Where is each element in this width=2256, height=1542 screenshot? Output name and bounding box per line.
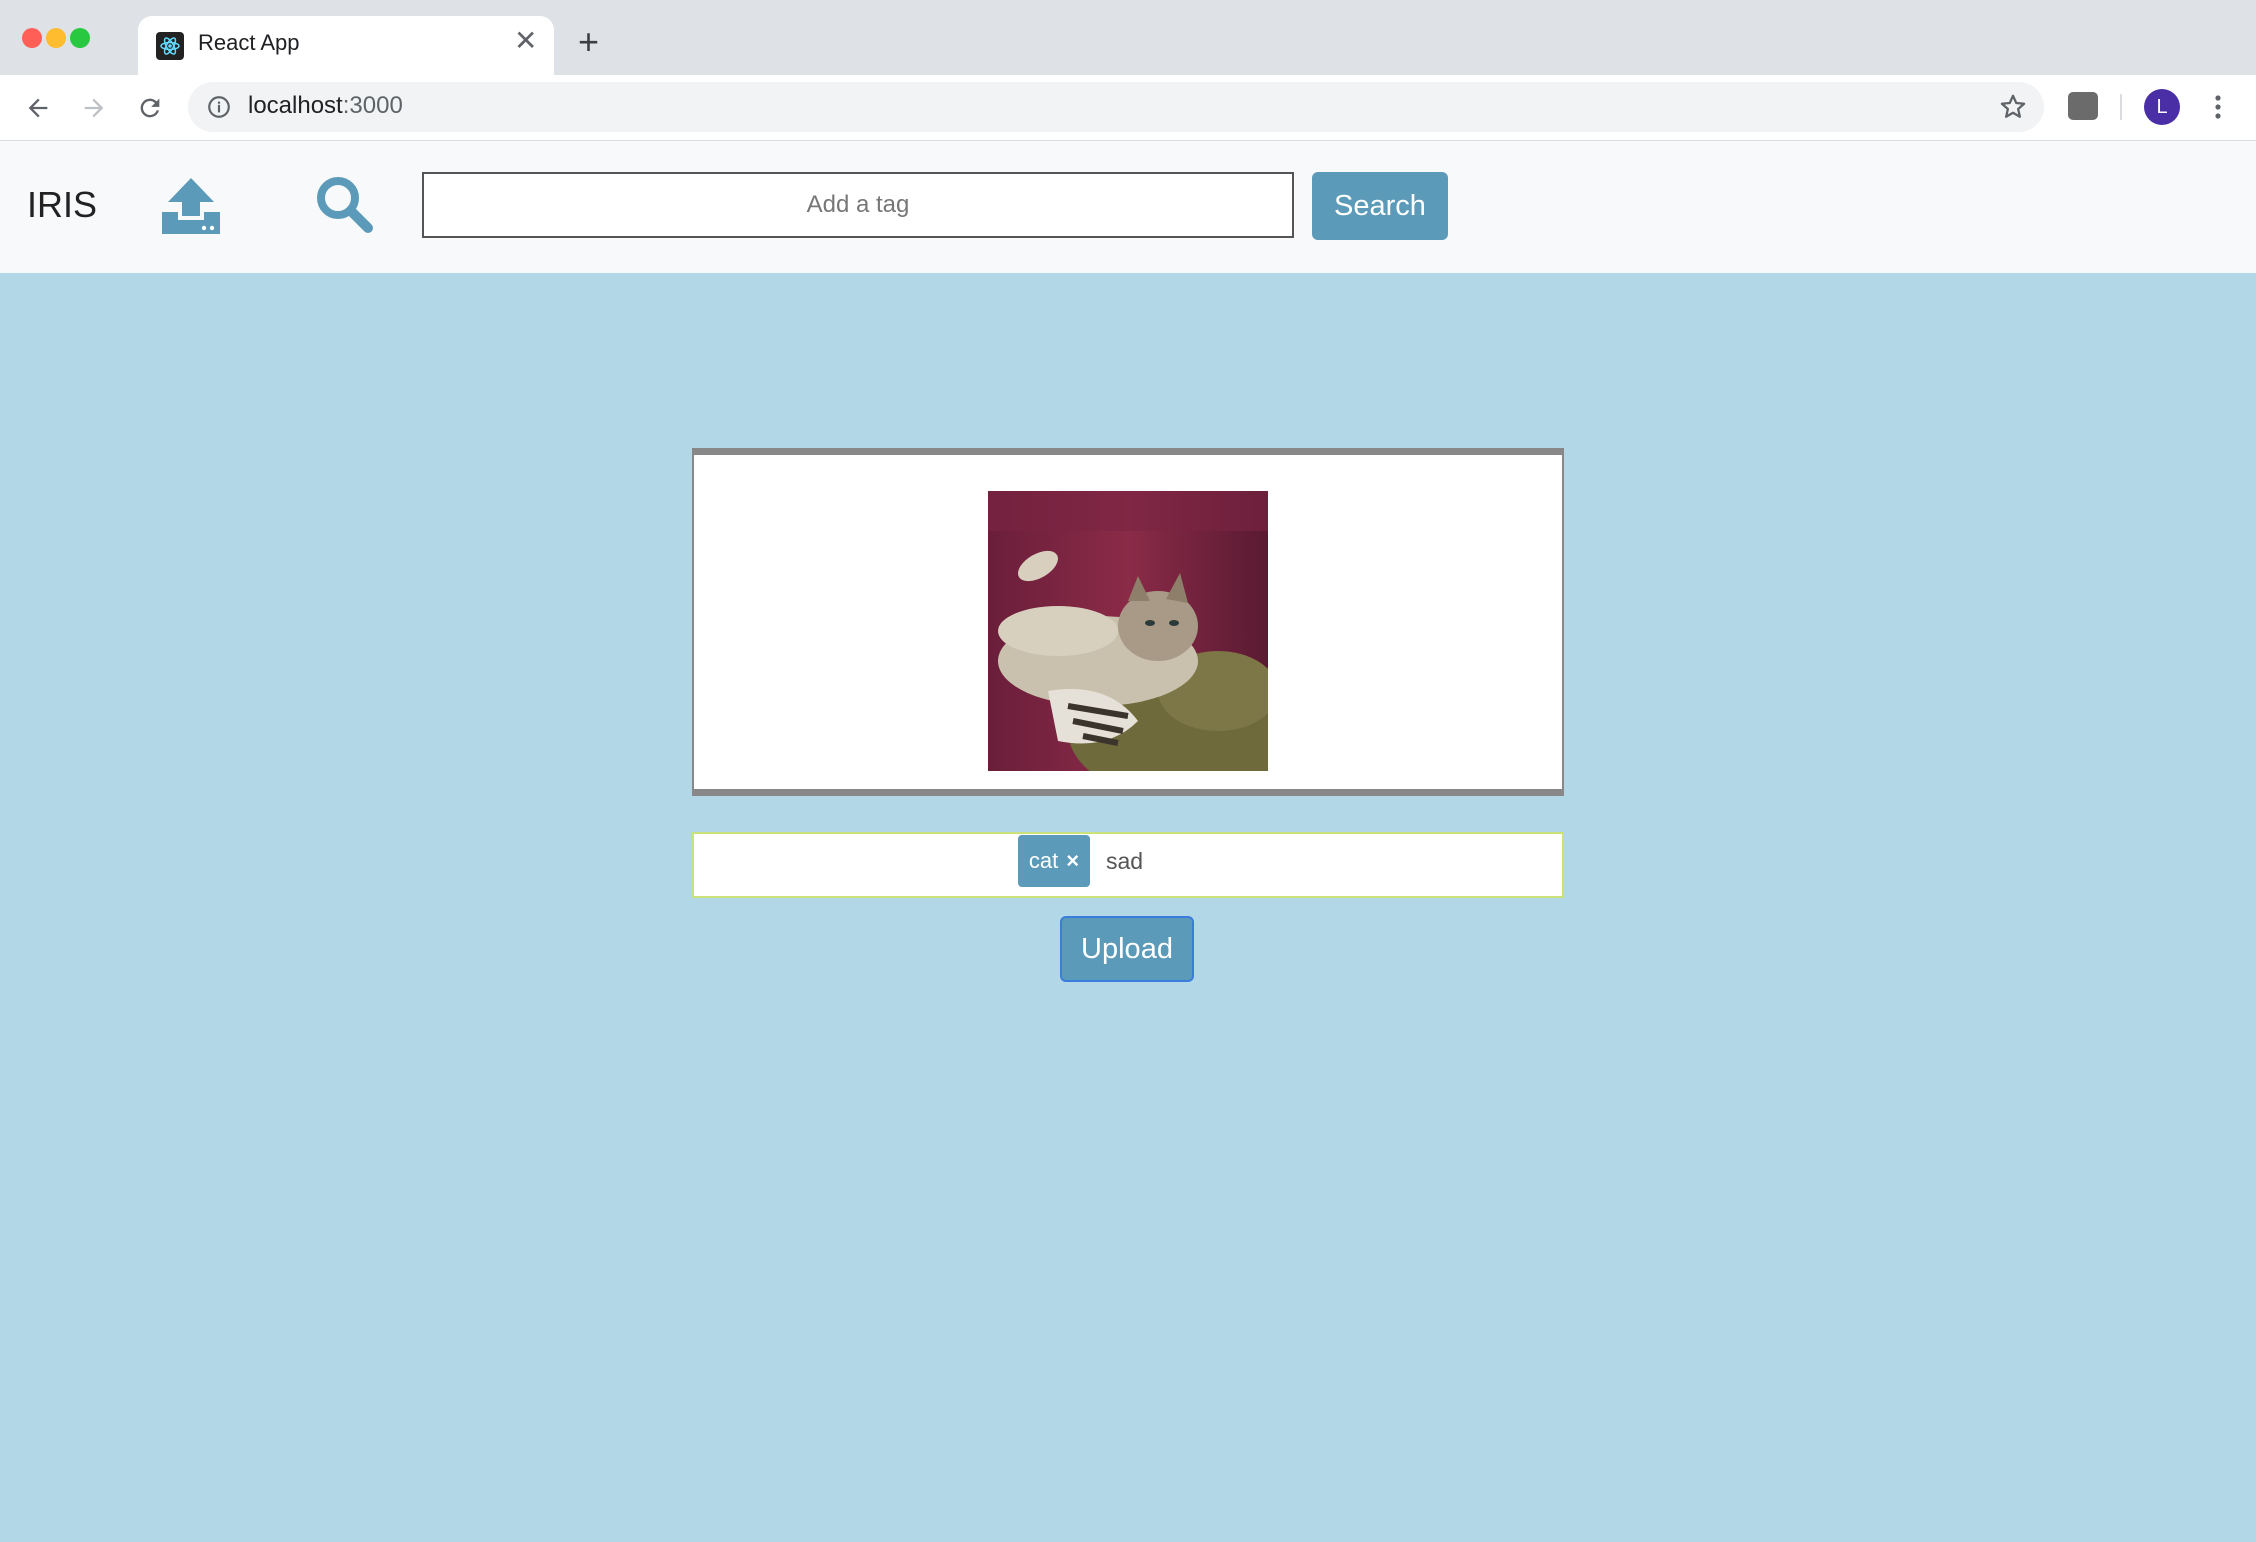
react-favicon-icon: [156, 32, 184, 60]
info-icon[interactable]: [206, 94, 232, 120]
new-tab-icon[interactable]: +: [578, 24, 599, 60]
close-window-button[interactable]: [22, 28, 42, 48]
url-port: :3000: [342, 92, 403, 119]
search-button[interactable]: Search: [1312, 172, 1448, 240]
tag-chip: cat ×: [1018, 835, 1090, 887]
tab-title: React App: [198, 30, 300, 55]
star-icon[interactable]: [1998, 92, 2028, 122]
maximize-window-button[interactable]: [70, 28, 90, 48]
minimize-window-button[interactable]: [46, 28, 66, 48]
upload-button[interactable]: Upload: [1060, 916, 1194, 982]
menu-icon[interactable]: [2210, 92, 2226, 122]
cat-preview-image: [988, 491, 1308, 801]
search-icon[interactable]: [314, 174, 374, 234]
forward-icon[interactable]: [74, 88, 114, 128]
toolbar-divider: [2120, 94, 2122, 120]
reload-icon[interactable]: [130, 88, 170, 128]
address-bar[interactable]: [188, 82, 2044, 132]
tag-remove-icon[interactable]: ×: [1066, 848, 1079, 874]
tag-chip-label: cat: [1028, 848, 1059, 873]
upload-icon[interactable]: [160, 176, 222, 234]
url-text[interactable]: localhost:3000: [248, 92, 403, 120]
profile-avatar[interactable]: L: [2144, 89, 2180, 125]
back-icon[interactable]: [18, 88, 58, 128]
tag-entry-text[interactable]: sad: [1106, 848, 1143, 875]
url-host: localhost: [248, 92, 343, 119]
search-tag-input[interactable]: [422, 172, 1294, 238]
extension-icon[interactable]: [2068, 92, 2098, 120]
brand-logo[interactable]: IRIS: [27, 184, 97, 226]
tab-close-icon[interactable]: ✕: [514, 27, 537, 55]
